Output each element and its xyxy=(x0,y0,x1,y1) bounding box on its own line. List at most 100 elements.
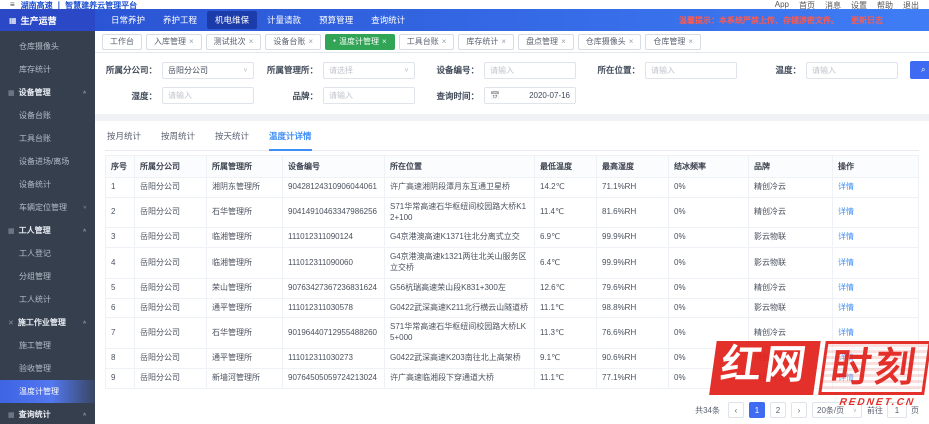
top-link[interactable]: App xyxy=(775,0,789,9)
open-tab[interactable]: 盘点管理× xyxy=(518,34,574,50)
open-tab[interactable]: 设备台账× xyxy=(265,34,321,50)
sidebar-item[interactable]: 设备统计 xyxy=(0,173,95,196)
detail-link[interactable]: 详情 xyxy=(838,353,854,362)
cell-max-humidity: 90.6%RH xyxy=(597,348,669,368)
open-tab[interactable]: 仓库管理× xyxy=(645,34,701,50)
sidebar-item[interactable]: 施工管理 xyxy=(0,334,95,357)
prev-page-button[interactable]: ‹ xyxy=(728,402,744,418)
detail-link[interactable]: 详情 xyxy=(838,182,854,191)
search-button[interactable]: ⌕查询 xyxy=(910,61,929,79)
filter-input[interactable]: 请输入 xyxy=(484,62,576,79)
close-icon[interactable]: × xyxy=(442,38,447,46)
close-icon[interactable]: × xyxy=(249,38,254,46)
open-tab[interactable]: 工作台 xyxy=(102,34,142,50)
sidebar-section[interactable]: ▦设备管理∧ xyxy=(0,81,95,104)
filter-label: 温度： xyxy=(749,64,801,76)
active-dot-icon: ● xyxy=(333,39,336,44)
detail-link[interactable]: 详情 xyxy=(838,328,854,337)
page-size-value: 20条/页 xyxy=(817,405,844,416)
filter-label: 所在位置： xyxy=(588,64,640,76)
hamburger-icon[interactable]: ≡ xyxy=(10,0,15,9)
sidebar-label: 仓库摄像头 xyxy=(19,41,59,52)
filter-input[interactable]: 请输入 xyxy=(323,87,415,104)
sidebar-section[interactable]: ▦工人管理∧ xyxy=(0,219,95,242)
cell-company: 岳阳分公司 xyxy=(135,368,207,388)
close-icon[interactable]: × xyxy=(501,38,506,46)
close-icon[interactable]: × xyxy=(382,38,387,46)
open-tab[interactable]: 库存统计× xyxy=(458,34,514,50)
sidebar-section[interactable]: ✕施工作业管理∧ xyxy=(0,311,95,334)
close-icon[interactable]: × xyxy=(629,38,634,46)
sidebar-item[interactable]: 温度计管理 xyxy=(0,380,95,403)
subtab[interactable]: 温度计详情 xyxy=(269,130,312,151)
subtab[interactable]: 按月统计 xyxy=(107,130,141,151)
close-icon[interactable]: × xyxy=(308,38,313,46)
detail-link[interactable]: 详情 xyxy=(838,258,854,267)
top-link[interactable]: 帮助 xyxy=(877,0,893,9)
sidebar-item[interactable]: 工人登记 xyxy=(0,242,95,265)
filter-select[interactable]: 岳阳分公司∨ xyxy=(162,62,254,79)
detail-link[interactable]: 详情 xyxy=(838,283,854,292)
sidebar-label: 工具台账 xyxy=(19,133,51,144)
sidebar-item[interactable]: 仓库摄像头 xyxy=(0,35,95,58)
top-link[interactable]: 设置 xyxy=(851,0,867,9)
app-logo: 湖南高速 丨 智慧建养云管理平台 xyxy=(21,0,137,9)
filter-input[interactable]: 请输入 xyxy=(806,62,898,79)
sidebar-item[interactable]: 工人统计 xyxy=(0,288,95,311)
nav-item[interactable]: 预算管理 xyxy=(311,11,361,29)
filter-input[interactable]: 请输入 xyxy=(162,87,254,104)
page-size-select[interactable]: 20条/页∨ xyxy=(812,402,862,418)
filter-value: 岳阳分公司 xyxy=(168,65,208,76)
cell-office: 临湘管理所 xyxy=(207,248,283,279)
section-icon: ▦ xyxy=(8,411,15,419)
column-header: 所属管理所 xyxy=(207,156,283,178)
nav-item[interactable]: 养护工程 xyxy=(155,11,205,29)
cell-actions: 详情 xyxy=(833,298,919,318)
detail-link[interactable]: 详情 xyxy=(838,303,854,312)
sidebar-label: 温度计管理 xyxy=(19,386,59,397)
filter-select[interactable]: 请选择∨ xyxy=(323,62,415,79)
top-link[interactable]: 退出 xyxy=(903,0,919,9)
nav-item[interactable]: 计量请款 xyxy=(259,11,309,29)
nav-item[interactable]: 查询统计 xyxy=(363,11,413,29)
detail-link[interactable]: 详情 xyxy=(838,232,854,241)
open-tab[interactable]: 测试批次× xyxy=(206,34,262,50)
sidebar-item[interactable]: 库存统计 xyxy=(0,58,95,81)
close-icon[interactable]: × xyxy=(189,38,194,46)
top-link[interactable]: 首页 xyxy=(799,0,815,9)
sidebar-item[interactable]: 工具台账 xyxy=(0,127,95,150)
sidebar-item[interactable]: 车辆定位管理∨ xyxy=(0,196,95,219)
subtab[interactable]: 按周统计 xyxy=(161,130,195,151)
next-page-button[interactable]: › xyxy=(791,402,807,418)
filter-date-picker[interactable]: 📅2020-07-16 xyxy=(484,87,576,104)
column-header: 最低温度 xyxy=(535,156,597,178)
tab-label: 测试批次 xyxy=(214,36,246,47)
subtab[interactable]: 按天统计 xyxy=(215,130,249,151)
changelog-link[interactable]: 更新日志 xyxy=(851,15,883,26)
sidebar-item[interactable]: 分组管理 xyxy=(0,265,95,288)
sidebar-item[interactable]: 设备进场/离场 xyxy=(0,150,95,173)
open-tab[interactable]: ●温度计管理× xyxy=(325,34,395,50)
goto-page-input[interactable]: 1 xyxy=(887,402,907,418)
open-tab[interactable]: 仓库摄像头× xyxy=(578,34,642,50)
sidebar-section[interactable]: ▦查询统计∧ xyxy=(0,403,95,424)
sidebar-label: 施工管理 xyxy=(19,340,51,351)
page-number-button[interactable]: 2 xyxy=(770,402,786,418)
cell-freeze-rate: 0% xyxy=(669,348,749,368)
page-number-button[interactable]: 1 xyxy=(749,402,765,418)
module-switcher[interactable]: ▦ 生产运营 xyxy=(0,9,95,31)
sidebar-item[interactable]: 验收管理 xyxy=(0,357,95,380)
filter-input[interactable]: 请输入 xyxy=(645,62,737,79)
open-tab[interactable]: 入库管理× xyxy=(146,34,202,50)
top-link[interactable]: 消息 xyxy=(825,0,841,9)
close-icon[interactable]: × xyxy=(688,38,693,46)
open-tabs-bar: 工作台入库管理×测试批次×设备台账×●温度计管理×工具台账×库存统计×盘点管理×… xyxy=(95,31,929,53)
open-tab[interactable]: 工具台账× xyxy=(399,34,455,50)
detail-link[interactable]: 详情 xyxy=(838,373,854,382)
detail-link[interactable]: 详情 xyxy=(838,207,854,216)
nav-item[interactable]: 机电维保 xyxy=(207,11,257,29)
close-icon[interactable]: × xyxy=(561,38,566,46)
sidebar-label: 工人登记 xyxy=(19,248,51,259)
sidebar-item[interactable]: 设备台账 xyxy=(0,104,95,127)
nav-item[interactable]: 日常养护 xyxy=(103,11,153,29)
